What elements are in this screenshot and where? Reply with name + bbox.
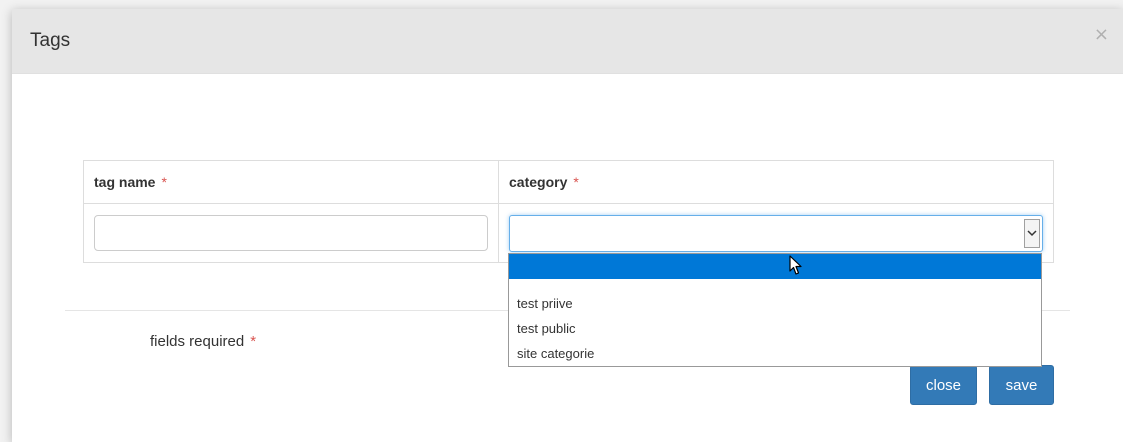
chevron-down-icon[interactable] [1024, 218, 1040, 248]
tag-name-header-label: tag name [94, 174, 156, 190]
tag-name-input[interactable] [94, 215, 488, 251]
modal-header: Tags × [12, 9, 1123, 74]
close-x-icon[interactable]: × [1094, 24, 1109, 45]
tags-table: tag name * category * [83, 160, 1054, 263]
modal-title: Tags [30, 30, 71, 51]
dropdown-option-empty[interactable] [509, 254, 1041, 279]
category-header-label: category [509, 174, 568, 190]
close-button[interactable]: close [910, 365, 977, 405]
save-button[interactable]: save [989, 365, 1054, 405]
dropdown-option-test-public[interactable]: test public [509, 316, 1041, 341]
dropdown-option-site-categorie[interactable]: site categorie [509, 341, 1041, 366]
mouse-pointer-icon [789, 255, 803, 281]
tags-modal: Tags × tag name * category * test priive… [12, 9, 1123, 442]
table-header-row: tag name * category * [83, 160, 1054, 204]
required-asterisk: * [573, 174, 579, 190]
required-asterisk: * [161, 174, 167, 190]
category-dropdown-list: test priive test public site categorie [508, 253, 1042, 367]
tag-name-cell [83, 203, 499, 263]
category-select[interactable] [509, 214, 1043, 252]
fields-required-label: fields required [150, 333, 245, 350]
category-header: category * [498, 160, 1054, 204]
dropdown-spacer [509, 279, 1041, 291]
required-asterisk: * [250, 333, 257, 350]
dropdown-option-test-priive[interactable]: test priive [509, 291, 1041, 316]
tag-name-header: tag name * [83, 160, 499, 204]
fields-required-note: fields required * [150, 333, 256, 350]
